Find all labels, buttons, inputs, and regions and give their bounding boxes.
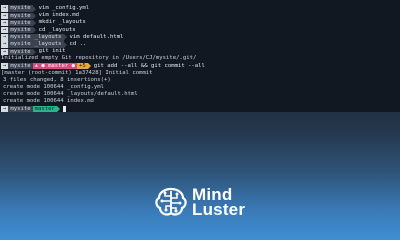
output-text: Initialized empty Git repository in /Use… (1, 55, 197, 62)
terminal-line: → mysite vim index.md (0, 12, 400, 19)
prompt-arrow-icon (32, 5, 36, 12)
prompt-dir-segment: mysite (8, 62, 33, 70)
prompt-user-segment: → (1, 12, 9, 19)
command-text: cd .. (69, 40, 87, 47)
prompt-subdir-segment: _layouts (32, 34, 64, 41)
logo-wordmark: Mind Luster (192, 186, 246, 219)
terminal-line: → mysite _layouts cd .. (0, 41, 400, 48)
prompt-user-segment: → (1, 41, 9, 48)
prompt-user-segment: → (1, 5, 9, 12)
command-text: mkdir _layouts (38, 19, 86, 26)
terminal-output-line: Initialized empty Git repository in /Use… (0, 55, 400, 62)
terminal-output-line: create mode 100644 _config.yml (0, 84, 400, 91)
terminal-line: → mysite cd _layouts (0, 27, 400, 34)
output-text: create mode 100644 index.md (3, 98, 94, 105)
prompt-arrow-icon (56, 106, 60, 113)
prompt-dir-segment: mysite (8, 19, 33, 27)
prompt-dir-segment: mysite (8, 12, 33, 19)
prompt-user-segment: → (1, 26, 9, 34)
command-text: vim _config.yml (38, 5, 90, 11)
prompt-arrow-icon (87, 63, 91, 70)
prompt-user-segment: → (1, 48, 9, 55)
prompt-dir-segment: mysite (8, 41, 33, 48)
prompt-user-segment: → (1, 106, 9, 113)
prompt-arrow-icon (32, 48, 36, 55)
terminal-cursor[interactable] (62, 106, 66, 113)
git-changes-count-badge: +5 (77, 62, 88, 70)
git-branch-badge: master (32, 106, 57, 113)
prompt-dir-segment: mysite (8, 5, 33, 12)
prompt-subdir-segment: _layouts (32, 41, 64, 48)
terminal-line: → mysite ± ● master ● +5 git add --all &… (0, 63, 400, 70)
command-text: vim index.md (38, 12, 80, 19)
terminal-output-line: create mode 100644 index.md (0, 98, 400, 105)
prompt-arrow-icon (63, 34, 67, 41)
prompt-user-segment: → (1, 62, 9, 70)
output-text: create mode 100644 _config.yml (3, 84, 105, 91)
command-text: vim default.html (69, 33, 124, 40)
terminal-line: → mysite vim _config.yml (0, 5, 400, 12)
output-text: create mode 100644 _layouts/default.html (3, 91, 138, 98)
output-text: 3 files changed, 8 insertions(+) (3, 76, 111, 83)
git-branch-dirty-badge: ± ● master ● (32, 62, 78, 70)
mind-luster-logo: Mind Luster (154, 186, 245, 218)
prompt-user-segment: → (1, 19, 9, 27)
terminal-line: → mysite master (0, 106, 400, 113)
terminal-output-line: [master (root-commit) 1a37428] Initial c… (0, 70, 400, 77)
command-text: cd _layouts (38, 26, 76, 33)
prompt-arrow-icon (32, 27, 36, 34)
command-text: git add --all && git commit --all (93, 62, 205, 69)
output-text: [master (root-commit) 1a37428] Initial c… (1, 69, 153, 76)
prompt-dir-segment: mysite (8, 106, 33, 113)
brain-circuit-icon (155, 187, 187, 216)
prompt-dir-segment: mysite (8, 26, 33, 34)
prompt-dir-segment: mysite (8, 48, 33, 55)
terminal-output-line: 3 files changed, 8 insertions(+) (0, 77, 400, 84)
command-text: git init (38, 48, 66, 55)
terminal-line: → mysite mkdir _layouts (0, 19, 400, 27)
prompt-arrow-icon (32, 19, 36, 26)
terminal-output-line: create mode 100644 _layouts/default.html (0, 91, 400, 98)
terminal-line: → mysite _layouts vim default.html (0, 34, 400, 41)
prompt-arrow-icon (32, 12, 36, 19)
terminal-window[interactable]: → mysite vim _config.yml → mysite vim in… (0, 0, 400, 113)
prompt-arrow-icon (63, 41, 67, 48)
terminal-line: → mysite git init (0, 48, 400, 55)
logo-text-line2: Luster (192, 200, 246, 219)
prompt-dir-segment: mysite (8, 34, 33, 41)
prompt-user-segment: → (1, 34, 9, 41)
